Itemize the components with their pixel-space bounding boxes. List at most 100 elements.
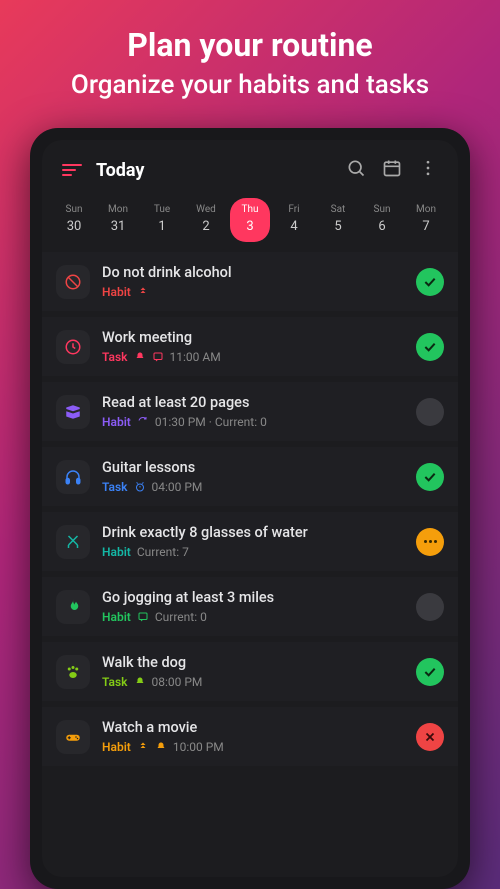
item-list: Do not drink alcohol Habit Work meeting Tas… [42, 252, 458, 776]
note-icon [152, 351, 164, 363]
bell-icon [134, 351, 146, 363]
day-2[interactable]: Wed 2 [186, 198, 226, 242]
item-type: Task [102, 350, 128, 364]
promo-subtitle: Organize your habits and tasks [71, 70, 429, 100]
list-item[interactable]: Drink exactly 8 glasses of water Habit Cur… [42, 512, 458, 571]
day-number: 6 [364, 219, 400, 234]
item-title: Go jogging at least 3 miles [102, 589, 404, 606]
day-name: Sun [56, 204, 92, 215]
day-1[interactable]: Tue1 [142, 198, 182, 242]
day-number: 7 [408, 219, 444, 234]
day-name: Sun [364, 204, 400, 215]
item-type: Habit [102, 545, 131, 559]
status-done[interactable] [416, 658, 444, 686]
search-button[interactable] [344, 158, 368, 182]
day-30[interactable]: Sun 30 [54, 198, 94, 242]
list-item[interactable]: Work meeting Task 11:00 AM [42, 317, 458, 376]
item-subtitle: Habit 01:30 PM · Current: 0 [102, 415, 404, 429]
item-subtitle: Habit Current: 7 [102, 545, 404, 559]
fire-icon [56, 590, 90, 624]
alarm-icon [134, 481, 146, 493]
priority-icon [137, 741, 149, 753]
day-31[interactable]: Mon 31 [98, 198, 138, 242]
day-name: Mon [408, 204, 444, 215]
status-fail[interactable] [416, 723, 444, 751]
day-name: Thu [232, 204, 268, 215]
more-button[interactable] [416, 158, 440, 182]
status-pending[interactable] [416, 398, 444, 426]
item-type: Habit [102, 415, 131, 429]
bell-icon [155, 741, 167, 753]
day-number: 30 [56, 219, 92, 234]
status-done[interactable] [416, 463, 444, 491]
item-body: Guitar lessonsTask04:00 PM [102, 459, 404, 494]
menu-icon [62, 164, 82, 176]
status-done[interactable] [416, 333, 444, 361]
day-number: 4 [276, 219, 312, 234]
phone-frame: Today Sun 30 Mon 31 Tue1 Wed 2 Thu 3 Fri 4 Sat 5 Sun 6… [30, 128, 470, 889]
item-extra: 04:00 PM [152, 480, 203, 494]
calendar-icon [382, 158, 402, 182]
clock-icon [56, 330, 90, 364]
item-type: Habit [102, 285, 131, 299]
list-item[interactable]: Watch a movie Habit 10:00 PM [42, 707, 458, 766]
item-subtitle: Habit Current: 0 [102, 610, 404, 624]
item-subtitle: Habit 10:00 PM [102, 740, 404, 754]
item-type: Task [102, 675, 128, 689]
day-number: 3 [232, 219, 268, 234]
item-subtitle: Task 11:00 AM [102, 350, 404, 364]
day-3[interactable]: Thu 3 [230, 198, 270, 242]
item-subtitle: Task 08:00 PM [102, 675, 404, 689]
item-title: Walk the dog [102, 654, 404, 671]
topbar: Today [42, 140, 458, 192]
day-name: Wed [188, 204, 224, 215]
list-item[interactable]: Guitar lessonsTask04:00 PM [42, 447, 458, 506]
day-4[interactable]: Fri 4 [274, 198, 314, 242]
list-item[interactable]: Read at least 20 pages Habit 01:30 PM · Cu… [42, 382, 458, 441]
day-number: 2 [188, 219, 224, 234]
gamepad-icon [56, 720, 90, 754]
paw-icon [56, 655, 90, 689]
book-icon [56, 395, 90, 429]
list-item[interactable]: Walk the dog Task 08:00 PM [42, 642, 458, 701]
item-type: Habit [102, 610, 131, 624]
day-name: Fri [276, 204, 312, 215]
menu-button[interactable] [60, 158, 84, 182]
day-name: Sat [320, 204, 356, 215]
item-type: Task [102, 480, 128, 494]
day-number: 1 [144, 219, 180, 234]
day-7[interactable]: Mon 7 [406, 198, 446, 242]
day-number: 31 [100, 219, 136, 234]
item-title: Do not drink alcohol [102, 264, 404, 281]
more-icon [418, 158, 438, 182]
item-extra: Current: 7 [137, 545, 189, 559]
priority-icon [137, 286, 149, 298]
item-body: Go jogging at least 3 miles Habit Current:… [102, 589, 404, 624]
item-type: Habit [102, 740, 131, 754]
item-extra: 10:00 PM [173, 740, 224, 754]
status-pending[interactable] [416, 593, 444, 621]
item-subtitle: Task 04:00 PM [102, 480, 404, 494]
day-6[interactable]: Sun 6 [362, 198, 402, 242]
day-name: Mon [100, 204, 136, 215]
promo-title: Plan your routine [127, 26, 372, 64]
note-icon [137, 611, 149, 623]
calendar-button[interactable] [380, 158, 404, 182]
list-item[interactable]: Do not drink alcohol Habit [42, 252, 458, 311]
item-title: Work meeting [102, 329, 404, 346]
item-extra: 01:30 PM · Current: 0 [155, 415, 267, 429]
day-number: 5 [320, 219, 356, 234]
repeat-icon [137, 416, 149, 428]
item-title: Drink exactly 8 glasses of water [102, 524, 404, 541]
item-title: Watch a movie [102, 719, 404, 736]
list-item[interactable]: Go jogging at least 3 miles Habit Current:… [42, 577, 458, 636]
status-done[interactable] [416, 268, 444, 296]
item-title: Read at least 20 pages [102, 394, 404, 411]
item-extra: 11:00 AM [170, 350, 221, 364]
day-5[interactable]: Sat 5 [318, 198, 358, 242]
status-warn[interactable] [416, 528, 444, 556]
day-picker: Sun 30 Mon 31 Tue1 Wed 2 Thu 3 Fri 4 Sat 5 Sun 6 Mon 7 [42, 192, 458, 252]
item-extra: 08:00 PM [152, 675, 203, 689]
item-body: Watch a movie Habit 10:00 PM [102, 719, 404, 754]
item-extra: Current: 0 [155, 610, 207, 624]
